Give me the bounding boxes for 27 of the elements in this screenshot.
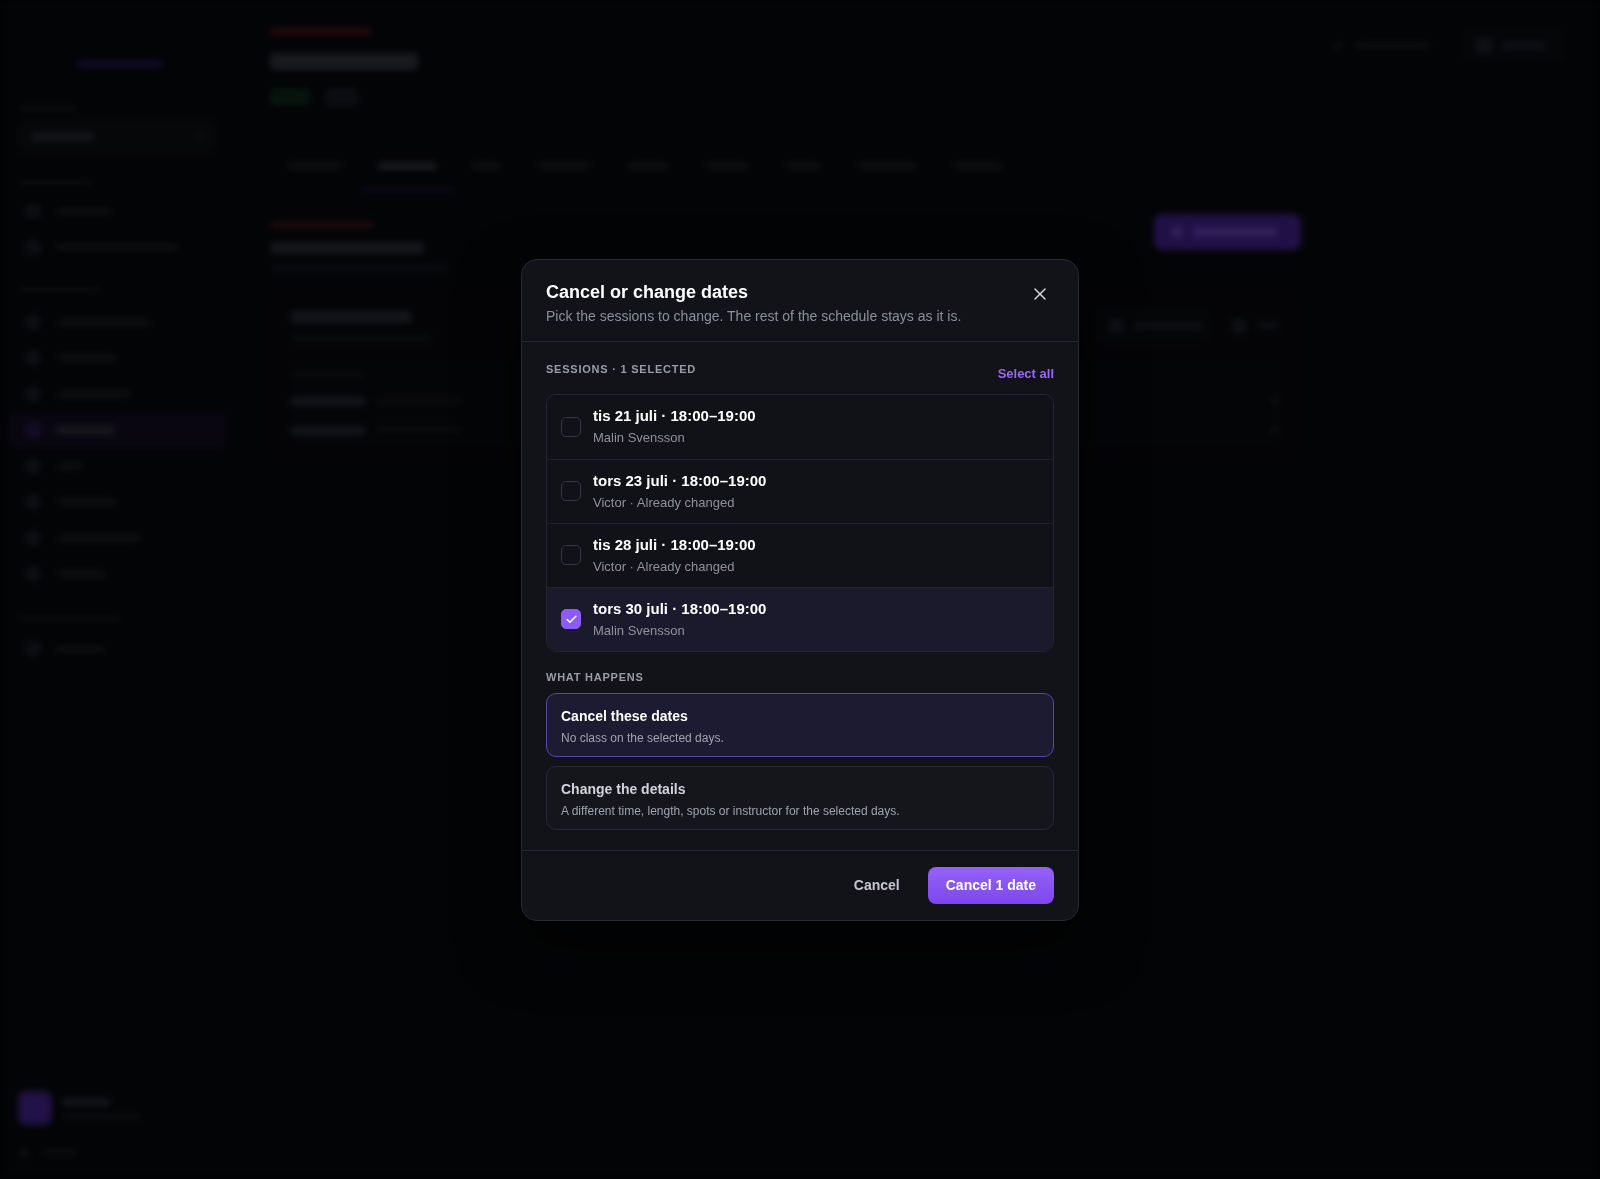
select-all-link[interactable]: Select all [997, 365, 1054, 382]
session-details: Victor · Already changed [593, 557, 735, 576]
session-date: tors 23 juli · 18:00–19:00 [593, 470, 767, 491]
cancel-button[interactable]: Cancel [835, 866, 918, 904]
session-checkbox[interactable] [561, 545, 581, 565]
session-details: Malin Svensson [593, 429, 685, 447]
confirm-button[interactable]: Cancel 1 date [927, 866, 1054, 904]
session-date: tors 30 juli · 18:00–19:00 [593, 598, 767, 619]
option-description: No class on the selected days. [561, 729, 724, 746]
dialog-subtitle: Pick the sessions to change. The rest of the schedule stays as it is. [546, 306, 962, 326]
dialog-title: Cancel or change dates [546, 280, 749, 304]
session-date: tis 21 juli · 18:00–19:00 [593, 406, 756, 426]
session-details: Victor · Already changed [593, 493, 735, 512]
option-title: Change the details [561, 779, 686, 799]
session-date: tis 28 juli · 18:00–19:00 [593, 534, 756, 555]
session-details: Malin Svensson [593, 621, 685, 640]
sessions-label: SESSIONS · 1 SELECTED [546, 361, 697, 376]
option-card[interactable]: Cancel these dates No class on the selected days. [546, 692, 1054, 757]
session-checkbox[interactable] [561, 609, 581, 629]
option-title: Cancel these dates [561, 706, 688, 726]
option-description: A different time, length, spots or instructor for the selected days. [561, 802, 900, 819]
option-card[interactable]: Change the details A different time, length, spots or instructor for the selected days. [546, 765, 1054, 830]
session-checkbox[interactable] [561, 481, 581, 501]
session-checkbox[interactable] [561, 416, 581, 437]
what-happens-label: WHAT HAPPENS [546, 669, 644, 684]
check-icon [564, 612, 578, 626]
session-row[interactable]: tors 30 juli · 18:00–19:00 Malin Svensson [547, 586, 1053, 651]
